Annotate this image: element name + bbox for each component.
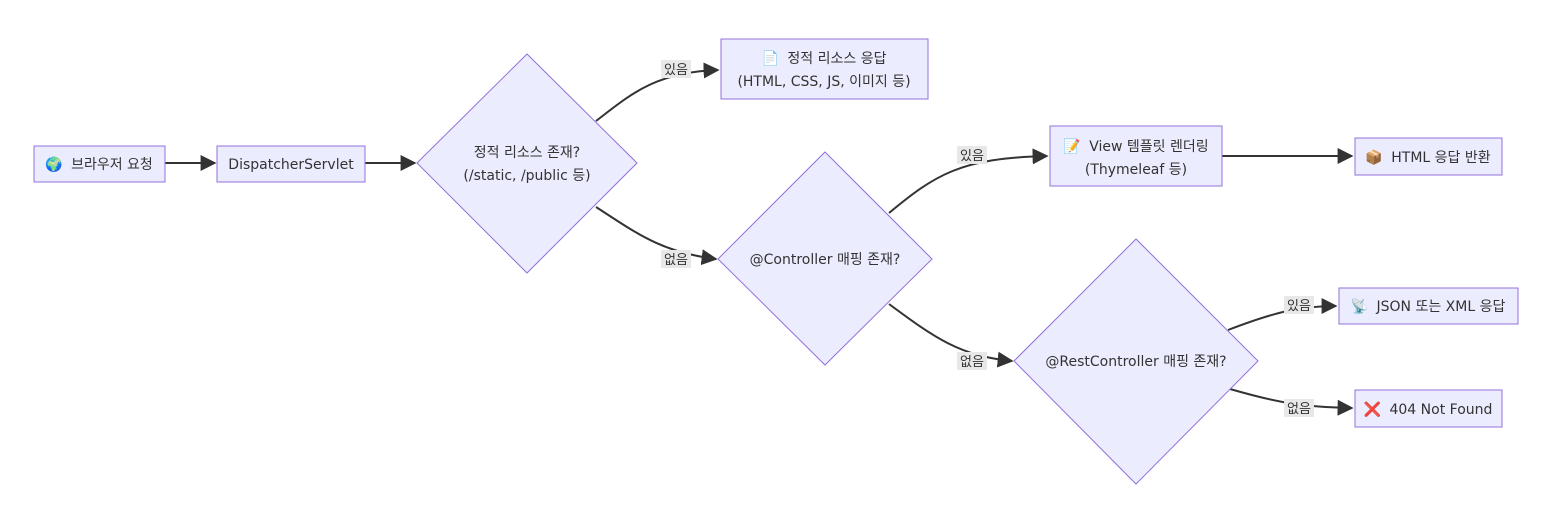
svg-text:없음: 없음 — [1287, 402, 1311, 417]
node-controller-check: @Controller 매핑 존재? — [717, 151, 933, 366]
satellite-antenna-icon: 📡 — [1351, 297, 1369, 315]
node-json-xml-response: 📡 JSON 또는 XML 응답 — [1338, 287, 1519, 325]
svg-text:📝 View 템플릿 렌더링: 📝 View 템플릿 렌더링 — [1063, 138, 1208, 155]
edge-label-static-no: 없음 — [661, 250, 691, 268]
flowchart: 있음 없음 있음 없음 있음 없음 🌍 브라우저 요청 DispatcherSe… — [33, 38, 1519, 485]
node-not-found: ❌ 404 Not Found — [1354, 389, 1503, 428]
svg-text:📦 HTML 응답 반환: 📦 HTML 응답 반환 — [1365, 149, 1490, 166]
edge-label-static-yes: 있음 — [661, 60, 691, 78]
edge-label-controller-yes: 있음 — [957, 146, 987, 164]
svg-text:(Thymeleaf 등): (Thymeleaf 등) — [1085, 162, 1187, 178]
svg-text:없음: 없음 — [664, 253, 688, 268]
node-html-response: 📦 HTML 응답 반환 — [1354, 137, 1503, 176]
svg-text:📄 정적 리소스 응답: 📄 정적 리소스 응답 — [762, 50, 887, 67]
edge-static-check-to-controller-check — [595, 206, 718, 266]
edge-label-rest-no: 없음 — [1284, 399, 1314, 417]
edge-controller-to-view — [888, 148, 1049, 214]
node-dispatcher-servlet: DispatcherServlet — [216, 145, 366, 183]
node-static-resource-response: 📄 정적 리소스 응답 (HTML, CSS, JS, 이미지 등) — [720, 38, 929, 100]
svg-text:(HTML, CSS, JS, 이미지 등): (HTML, CSS, JS, 이미지 등) — [737, 74, 910, 90]
svg-text:@RestController 매핑 존재?: @RestController 매핑 존재? — [1045, 354, 1226, 370]
svg-text:DispatcherServlet: DispatcherServlet — [228, 157, 354, 173]
edge-label-rest-yes: 있음 — [1284, 296, 1314, 314]
node-view-render: 📝 View 템플릿 렌더링 (Thymeleaf 등) — [1049, 125, 1223, 187]
svg-text:(/static, /public 등): (/static, /public 등) — [463, 168, 590, 184]
node-browser-request: 🌍 브라우저 요청 — [33, 145, 166, 183]
edge-controller-to-rest — [888, 303, 1014, 368]
package-icon: 📦 — [1365, 149, 1382, 166]
document-icon: 📄 — [762, 50, 779, 67]
svg-text:있음: 있음 — [1287, 299, 1311, 314]
edge-rest-to-json — [1227, 298, 1338, 331]
svg-text:@Controller 매핑 존재?: @Controller 매핑 존재? — [750, 252, 901, 268]
svg-text:정적 리소스 존재?: 정적 리소스 존재? — [474, 145, 581, 161]
globe-icon: 🌍 — [45, 156, 62, 173]
edge-label-controller-no: 없음 — [957, 352, 987, 370]
svg-text:있음: 있음 — [664, 63, 688, 78]
edge-static-check-to-static-resp — [595, 62, 720, 122]
cross-mark-icon: ❌ — [1364, 401, 1381, 418]
svg-text:없음: 없음 — [960, 355, 984, 370]
memo-icon: 📝 — [1063, 138, 1080, 155]
node-rest-controller-check: @RestController 매핑 존재? — [1013, 238, 1259, 485]
node-static-resource-check: 정적 리소스 존재? (/static, /public 등) — [416, 53, 638, 274]
svg-text:❌ 404 Not Found: ❌ 404 Not Found — [1364, 401, 1493, 418]
svg-text:🌍 브라우저 요청: 🌍 브라우저 요청 — [45, 156, 153, 173]
svg-text:있음: 있음 — [960, 149, 984, 164]
